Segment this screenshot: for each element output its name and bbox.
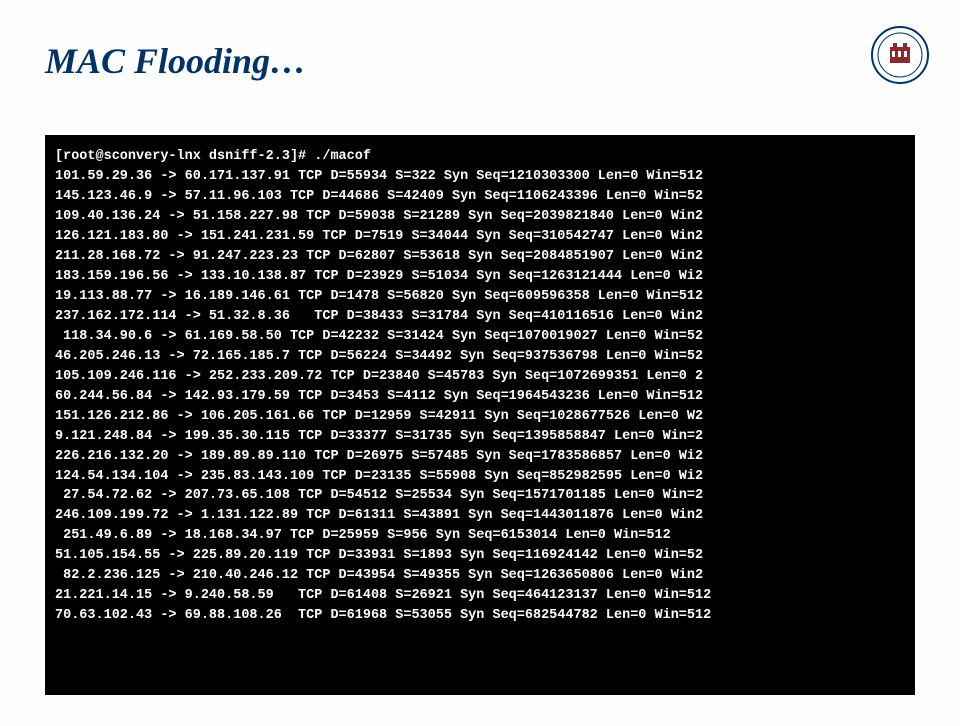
terminal-output: [root@sconvery-lnx dsniff-2.3]# ./macof …: [45, 135, 915, 695]
slide-title: MAC Flooding…: [45, 40, 306, 82]
terminal-text: [root@sconvery-lnx dsniff-2.3]# ./macof …: [55, 147, 905, 626]
slide: MAC Flooding… [root@sconvery-lnx dsniff-…: [0, 0, 960, 726]
logo-seal: [870, 25, 930, 85]
